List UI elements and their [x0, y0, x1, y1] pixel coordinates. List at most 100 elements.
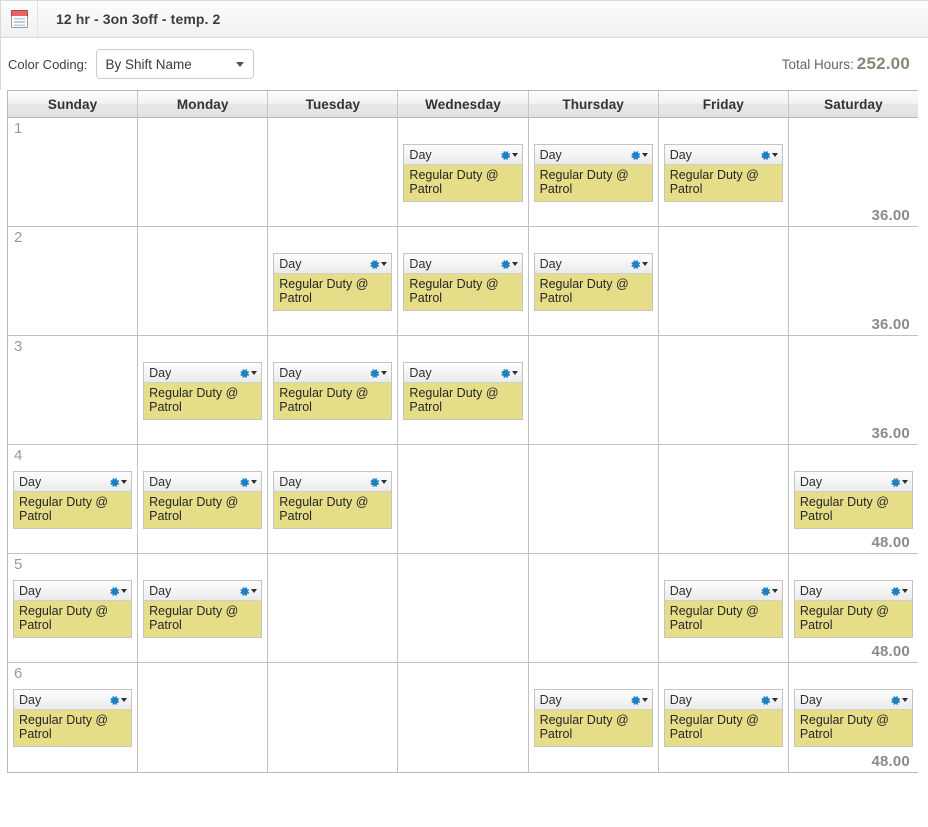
calendar-day-cell[interactable] [138, 118, 269, 226]
calendar-day-cell[interactable] [658, 227, 789, 335]
day-header-tuesday: Tuesday [268, 91, 399, 117]
shift-block[interactable]: Day Regular Duty @ Patrol [273, 471, 393, 529]
calendar-day-cell[interactable]: 1 [8, 118, 139, 226]
calendar-day-cell[interactable]: 2 [8, 227, 139, 335]
shift-options-button[interactable] [369, 368, 388, 378]
calendar-day-cell[interactable]: 6 Day Regular Duty @ Patrol [8, 663, 139, 772]
shift-block[interactable]: Day Regular Duty @ Patrol [13, 689, 133, 747]
day-header-saturday: Saturday [824, 96, 883, 112]
calendar-day-cell[interactable]: 36.00 [788, 118, 918, 226]
row-number: 5 [14, 556, 23, 573]
calendar-day-cell[interactable] [658, 445, 789, 553]
calendar-day-cell[interactable] [528, 554, 659, 662]
shift-block[interactable]: Day Regular Duty @ Patrol [13, 580, 133, 638]
shift-options-button[interactable] [760, 695, 778, 705]
calendar-day-cell[interactable]: Day Regular Duty @ Patrol [138, 336, 269, 444]
shift-options-button[interactable] [630, 150, 648, 160]
calendar-day-cell[interactable]: Day Regular Duty @ Patrol [528, 227, 659, 335]
calendar-day-cell[interactable]: Day Regular Duty @ Patrol [398, 336, 529, 444]
shift-block[interactable]: Day Regular Duty @ Patrol [143, 362, 263, 420]
shift-block[interactable]: Day Regular Duty @ Patrol [663, 580, 783, 638]
shift-options-button[interactable] [109, 586, 128, 596]
calendar-day-cell[interactable]: Day Regular Duty @ Patrol [398, 118, 529, 226]
calendar-day-cell[interactable]: Day Regular Duty @ Patrol [658, 663, 789, 772]
calendar-day-cell[interactable]: 4 Day Regular Duty @ Patrol [8, 445, 139, 553]
calendar-day-cell[interactable]: 5 Day Regular Duty @ Patrol [8, 554, 139, 662]
shift-options-button[interactable] [239, 586, 258, 596]
calendar-day-cell[interactable]: Day Regular Duty @ Patrol 48.00 [788, 445, 918, 553]
shift-name-label: Day [19, 583, 42, 598]
shift-options-button[interactable] [630, 259, 648, 269]
shift-block[interactable]: Day Regular Duty @ Patrol [403, 144, 523, 202]
gear-icon [890, 586, 901, 596]
shift-options-button[interactable] [500, 259, 518, 269]
shift-detail-text: Regular Duty @ Patrol [144, 383, 262, 419]
shift-options-button[interactable] [890, 695, 908, 705]
shift-options-button[interactable] [109, 695, 128, 705]
shift-block[interactable]: Day Regular Duty @ Patrol [143, 580, 263, 638]
calendar-day-cell[interactable]: Day Regular Duty @ Patrol 48.00 [788, 554, 918, 662]
calendar-day-cell[interactable]: 36.00 [788, 336, 918, 444]
calendar-day-cell[interactable]: Day Regular Duty @ Patrol [138, 445, 269, 553]
calendar-day-cell[interactable]: Day Regular Duty @ Patrol [138, 554, 269, 662]
calendar-day-cell[interactable]: 3 [8, 336, 139, 444]
calendar-day-cell[interactable]: Day Regular Duty @ Patrol [268, 227, 399, 335]
shift-options-button[interactable] [369, 477, 388, 487]
shift-options-button[interactable] [500, 150, 518, 160]
calendar-day-cell[interactable]: Day Regular Duty @ Patrol [528, 663, 659, 772]
chevron-down-icon [771, 588, 778, 593]
shift-block[interactable]: Day Regular Duty @ Patrol [13, 471, 133, 529]
shift-options-button[interactable] [109, 477, 128, 487]
calendar-day-cell[interactable] [268, 663, 399, 772]
shift-block[interactable]: Day Regular Duty @ Patrol [403, 362, 523, 420]
shift-block[interactable]: Day Regular Duty @ Patrol [143, 471, 263, 529]
shift-options-button[interactable] [630, 695, 648, 705]
shift-options-button[interactable] [890, 477, 908, 487]
shift-block[interactable]: Day Regular Duty @ Patrol [663, 689, 783, 747]
shift-options-button[interactable] [890, 586, 908, 596]
gear-icon [239, 477, 250, 487]
shift-options-button[interactable] [239, 477, 258, 487]
shift-name-label: Day [409, 256, 432, 271]
calendar-day-cell[interactable] [138, 227, 269, 335]
calendar-day-cell[interactable] [268, 118, 399, 226]
calendar-day-cell[interactable]: Day Regular Duty @ Patrol [268, 336, 399, 444]
shift-block[interactable]: Day Regular Duty @ Patrol [533, 144, 653, 202]
calendar-day-cell[interactable]: Day Regular Duty @ Patrol [658, 554, 789, 662]
shift-block[interactable]: Day Regular Duty @ Patrol [793, 689, 913, 747]
calendar-day-cell[interactable]: Day Regular Duty @ Patrol 48.00 [788, 663, 918, 772]
shift-block[interactable]: Day Regular Duty @ Patrol [533, 253, 653, 311]
calendar-day-cell[interactable] [398, 554, 529, 662]
calendar-day-cell[interactable] [268, 554, 399, 662]
color-coding-select[interactable]: By Shift Name [95, 49, 254, 79]
shift-block[interactable]: Day Regular Duty @ Patrol [533, 689, 653, 747]
calendar-day-cell[interactable]: Day Regular Duty @ Patrol [398, 227, 529, 335]
shift-options-button[interactable] [239, 368, 258, 378]
calendar-day-cell[interactable] [528, 445, 659, 553]
shift-block-header: Day [404, 254, 522, 274]
calendar-day-cell[interactable] [398, 445, 529, 553]
shift-block[interactable]: Day Regular Duty @ Patrol [403, 253, 523, 311]
shift-name-label: Day [409, 147, 432, 162]
shift-block[interactable]: Day Regular Duty @ Patrol [273, 253, 393, 311]
shift-block[interactable]: Day Regular Duty @ Patrol [793, 580, 913, 638]
calendar-day-cell[interactable]: Day Regular Duty @ Patrol [528, 118, 659, 226]
calendar-day-cell[interactable]: Day Regular Duty @ Patrol [658, 118, 789, 226]
calendar-toolbar: Color Coding: By Shift Name Total Hours:… [0, 38, 928, 90]
shift-name-label: Day [149, 474, 172, 489]
shift-block[interactable]: Day Regular Duty @ Patrol [663, 144, 783, 202]
calendar-day-cell[interactable]: 36.00 [788, 227, 918, 335]
calendar-day-cell[interactable] [398, 663, 529, 772]
shift-block[interactable]: Day Regular Duty @ Patrol [273, 362, 393, 420]
shift-options-button[interactable] [760, 586, 778, 596]
calendar-day-cell[interactable] [138, 663, 269, 772]
shift-options-button[interactable] [760, 150, 778, 160]
shift-block-header: Day [794, 472, 912, 492]
shift-detail-text: Regular Duty @ Patrol [14, 710, 132, 746]
shift-options-button[interactable] [369, 259, 388, 269]
calendar-day-cell[interactable]: Day Regular Duty @ Patrol [268, 445, 399, 553]
shift-block[interactable]: Day Regular Duty @ Patrol [793, 471, 913, 529]
calendar-day-cell[interactable] [528, 336, 659, 444]
calendar-day-cell[interactable] [658, 336, 789, 444]
shift-options-button[interactable] [500, 368, 518, 378]
